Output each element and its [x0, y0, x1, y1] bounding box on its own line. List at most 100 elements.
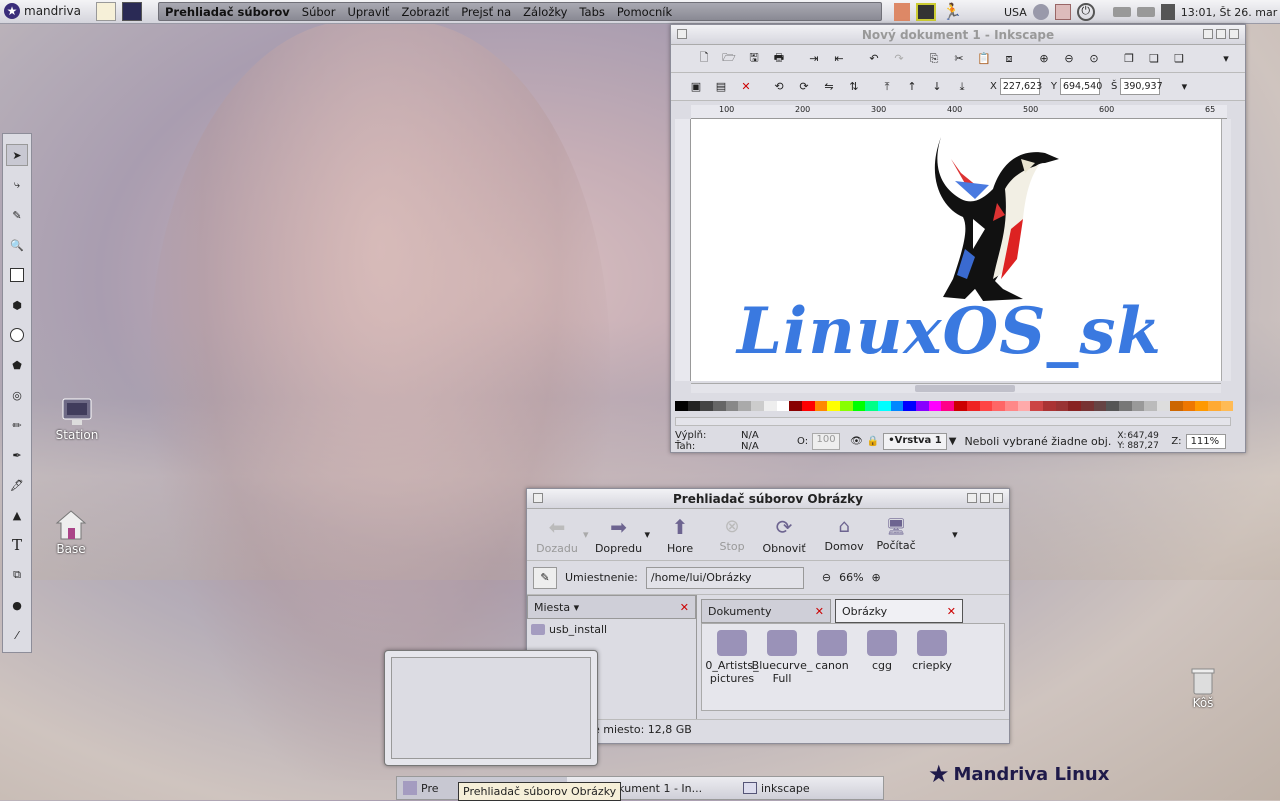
palette-swatch[interactable] [687, 401, 701, 411]
palette-swatch[interactable] [1207, 401, 1221, 411]
terminal-launcher-icon[interactable] [122, 2, 142, 21]
layer-dropdown-icon[interactable]: ▼ [949, 436, 957, 447]
forward-history-icon[interactable]: ▾ [645, 528, 651, 541]
box-3d-tool-icon[interactable]: ⬢ [6, 294, 28, 316]
editor-launcher-icon[interactable] [96, 2, 116, 21]
taskbar-item-inkscape[interactable]: inkscape [737, 777, 816, 799]
palette-swatch[interactable] [890, 401, 904, 411]
sidebar-item-usb-install[interactable]: usb_install [527, 619, 696, 640]
location-input[interactable]: /home/lui/Obrázky [645, 566, 804, 589]
horizontal-scrollbar[interactable] [691, 383, 1221, 393]
palette-swatch[interactable] [979, 401, 993, 411]
palette-swatch[interactable] [839, 401, 853, 411]
layer-select[interactable]: •Vrstva 1 [883, 432, 947, 450]
zoom-in-icon[interactable]: ⊕ [872, 571, 881, 584]
lock-layer-icon[interactable]: 🔒 [867, 436, 879, 447]
palette-swatch[interactable] [700, 401, 714, 411]
palette-swatch[interactable] [941, 401, 955, 411]
opacity-input[interactable]: 100 [812, 432, 841, 450]
window-menu-button[interactable] [533, 493, 543, 503]
back-history-icon[interactable]: ▾ [583, 528, 589, 541]
back-button[interactable]: ⬅ Dozadu [531, 515, 583, 555]
cut-icon[interactable]: ✂ [948, 48, 970, 70]
palette-swatch[interactable] [916, 401, 929, 411]
spiral-tool-icon[interactable]: ◎ [6, 384, 28, 406]
inkscape-canvas[interactable]: LinuxOS_sk [691, 119, 1221, 381]
paste-icon[interactable]: 📋 [973, 48, 995, 70]
runner-icon[interactable]: 🏃 [942, 2, 962, 21]
eye-icon[interactable]: 👁 [850, 436, 863, 447]
menu-edit[interactable]: Upraviť [347, 5, 389, 19]
toolbar-overflow-icon-2[interactable]: ▾ [1173, 76, 1195, 98]
palette-swatch[interactable] [1144, 401, 1158, 411]
folder-item[interactable]: Bluecurve_ Full [752, 630, 812, 710]
close-button[interactable] [993, 493, 1003, 503]
palette-swatch[interactable] [903, 401, 917, 411]
flip-v-icon[interactable]: ⇅ [843, 76, 865, 98]
desktop-icon-base[interactable]: Base [46, 508, 96, 556]
close-button[interactable] [1229, 29, 1239, 39]
menu-bookmarks[interactable]: Záložky [523, 5, 567, 19]
connector-tool-icon[interactable]: ⧉ [6, 564, 28, 586]
up-button[interactable]: ⬆ Hore [654, 515, 706, 555]
drive-icon[interactable] [1112, 7, 1131, 17]
print-icon[interactable]: 🖶 [768, 48, 790, 70]
menu-view[interactable]: Zobraziť [401, 5, 449, 19]
zoom-selection-icon[interactable]: ⊕ [1033, 48, 1055, 70]
clone-icon[interactable]: ❏ [1143, 48, 1165, 70]
vertical-scrollbar[interactable] [1221, 119, 1231, 381]
spray-tool-icon[interactable]: ● [6, 594, 28, 616]
stop-button[interactable]: ⊗ Stop [706, 516, 758, 553]
inkscape-titlebar[interactable]: Nový dokument 1 - Inkscape [671, 25, 1245, 45]
palette-swatch[interactable] [954, 401, 967, 411]
zoom-input[interactable]: 111% [1185, 433, 1226, 449]
menu-tabs[interactable]: Tabs [579, 5, 604, 19]
lower-bottom-icon[interactable]: ⤓ [951, 76, 973, 98]
palette-swatch[interactable] [1106, 401, 1120, 411]
star-tool-icon[interactable]: ⬟ [6, 354, 28, 376]
file-manager-titlebar[interactable]: Prehliadač súborov Obrázky [527, 489, 1009, 509]
drive-icon-2[interactable] [1136, 7, 1155, 17]
palette-swatch[interactable] [1081, 401, 1094, 411]
ellipse-tool-icon[interactable] [6, 324, 28, 346]
palette-swatch[interactable] [738, 401, 752, 411]
y-input[interactable]: 694,540 [1059, 78, 1102, 95]
close-tab-icon[interactable]: ✕ [947, 605, 956, 618]
camera-icon[interactable] [1054, 4, 1071, 20]
minimize-button[interactable] [967, 493, 977, 503]
close-sidebar-icon[interactable]: ✕ [680, 601, 689, 614]
selector-tool-icon[interactable]: ➤ [6, 144, 28, 166]
palette-swatch[interactable] [1169, 401, 1183, 411]
palette-swatch[interactable] [865, 401, 878, 411]
paint-bucket-tool-icon[interactable]: ▲ [6, 504, 28, 526]
folder-item[interactable]: canon [808, 630, 856, 710]
save-icon[interactable]: 🖫 [743, 48, 765, 70]
dropper-tool-icon[interactable]: ⁄ [6, 624, 28, 646]
open-icon[interactable]: 🗁 [718, 48, 740, 70]
menu-help[interactable]: Pomocník [617, 5, 672, 19]
desktop-icon-trash[interactable]: Kôš [1180, 666, 1226, 710]
rotate-ccw-icon[interactable]: ⟲ [768, 76, 790, 98]
palette-swatch[interactable] [928, 401, 942, 411]
maximize-button[interactable] [980, 493, 990, 503]
sidebar-select[interactable]: Miesta ▾ [534, 601, 579, 614]
palette-swatch[interactable] [1220, 401, 1234, 411]
palette-swatch[interactable] [1195, 401, 1208, 411]
computer-button[interactable]: 🖥 Počítač [870, 517, 922, 552]
palette-swatch[interactable] [1055, 401, 1069, 411]
palette-swatch[interactable] [852, 401, 866, 411]
power-icon[interactable]: ⏻ [1076, 3, 1095, 21]
palette-swatch[interactable] [1068, 401, 1081, 411]
palette-scrollbar[interactable] [675, 417, 1231, 426]
zoom-page-icon[interactable]: ⊙ [1083, 48, 1105, 70]
lower-icon[interactable]: ↓ [926, 76, 948, 98]
mandriva-menu-button[interactable]: ★ mandriva [4, 3, 81, 19]
palette-swatch[interactable] [827, 401, 840, 411]
tweak-tool-icon[interactable]: ✎ [6, 204, 28, 226]
reload-button[interactable]: ⟳ Obnoviť [758, 515, 810, 555]
raise-icon[interactable]: ↑ [901, 76, 923, 98]
palette-swatch[interactable] [713, 401, 726, 411]
tab-obrazky[interactable]: Obrázky ✕ [835, 599, 963, 623]
palette-swatch[interactable] [1042, 401, 1056, 411]
palette-swatch[interactable] [992, 401, 1005, 411]
